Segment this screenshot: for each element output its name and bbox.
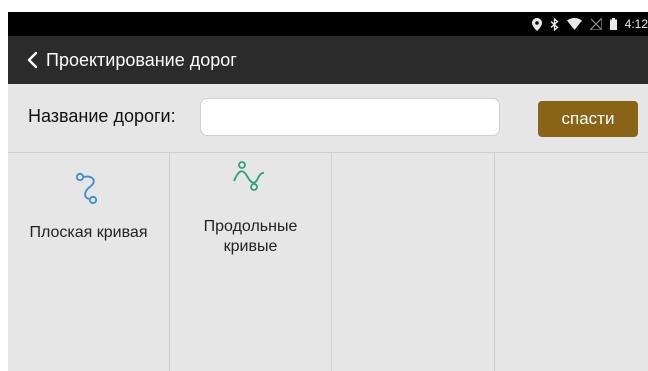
status-bar: 4:12: [8, 12, 648, 36]
plane-curve-icon: [69, 167, 109, 207]
status-icons: 4:12: [531, 12, 648, 36]
app-title: Проектирование дорог: [46, 49, 237, 70]
chevron-left-icon[interactable]: [18, 36, 46, 84]
bluetooth-icon: [550, 17, 559, 31]
tile-plane-curve[interactable]: Плоская кривая: [8, 153, 170, 371]
tile-label: Продольные кривые: [203, 218, 298, 255]
app-screen: 4:12 Проектирование дорог Название дорог…: [8, 12, 648, 371]
road-name-row: Название дороги: спасти: [8, 84, 648, 152]
road-name-label: Название дороги:: [28, 106, 176, 126]
tile-empty: [332, 153, 495, 371]
status-time: 4:12: [624, 17, 648, 31]
no-signal-icon: [589, 18, 602, 30]
tile-longitudinal-curves[interactable]: Продольные кривые: [170, 153, 332, 371]
road-name-input[interactable]: [200, 98, 500, 136]
tile-empty: [495, 153, 648, 371]
location-icon: [531, 17, 542, 31]
battery-icon: [609, 18, 617, 30]
curve-type-grid: Плоская кривая Продольные кривые: [8, 152, 648, 371]
app-bar: Проектирование дорог: [8, 36, 648, 84]
tile-label: Плоская кривая: [29, 224, 148, 241]
longitudinal-curve-icon: [231, 159, 271, 199]
save-button[interactable]: спасти: [538, 101, 638, 137]
wifi-icon: [566, 18, 582, 30]
